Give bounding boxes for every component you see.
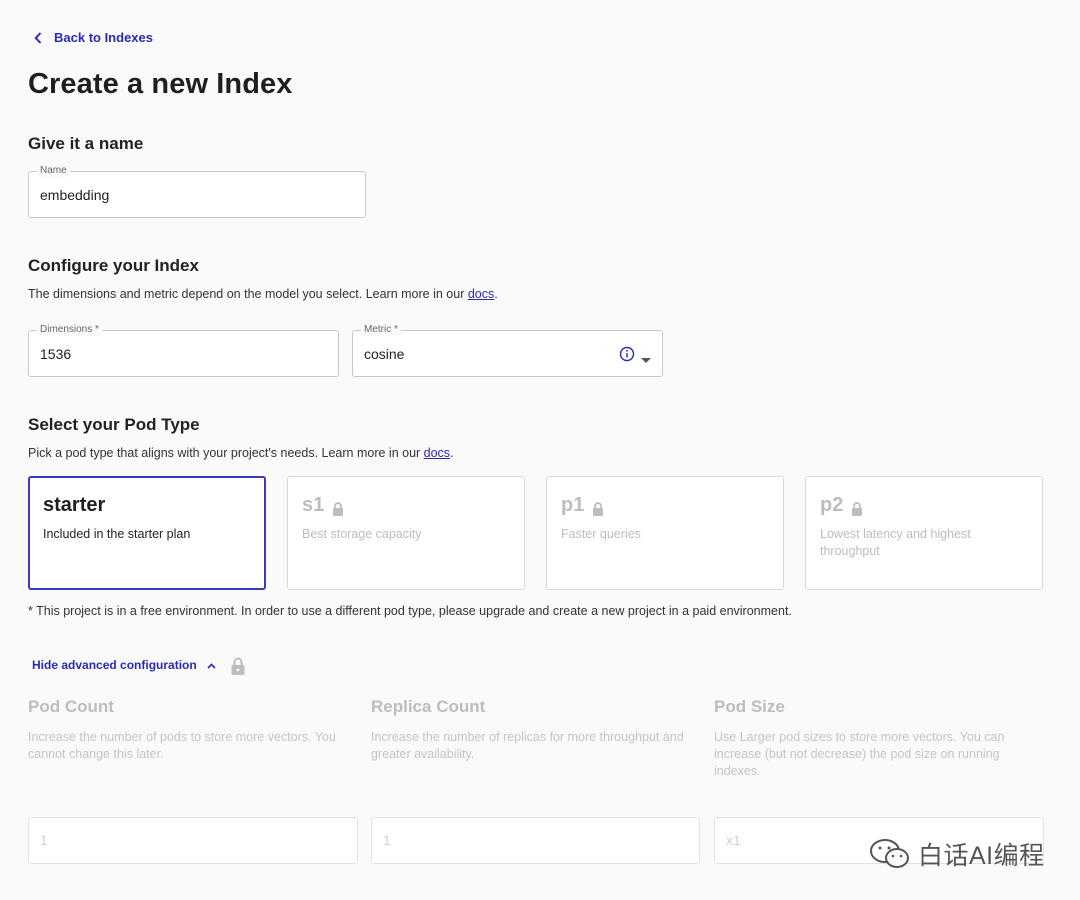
- chevron-left-icon: [34, 31, 44, 45]
- replica-count-desc: Increase the number of replicas for more…: [371, 730, 684, 761]
- lock-icon: [851, 499, 863, 516]
- wechat-icon: [868, 837, 912, 871]
- pod-card-name-text: starter: [43, 494, 106, 516]
- create-index-page: Back to Indexes Create a new Index Give …: [0, 0, 1080, 900]
- chevron-down-icon[interactable]: [641, 351, 651, 363]
- name-field[interactable]: Name embedding: [28, 165, 366, 218]
- metric-select-label: Metric *: [361, 324, 401, 336]
- advanced-toggle-label: Hide advanced configuration: [32, 658, 197, 672]
- pod-count-input-wrapper: [28, 817, 358, 864]
- pod-card-desc: Faster queries: [561, 527, 641, 541]
- pod-count-desc: Increase the number of pods to store mor…: [28, 730, 336, 761]
- pod-docs-link[interactable]: docs: [424, 446, 450, 460]
- pod-desc-text: Pick a pod type that aligns with your pr…: [28, 446, 424, 460]
- metric-select-value[interactable]: cosine: [364, 346, 404, 362]
- replica-count-input-wrapper: [371, 817, 700, 864]
- pod-card-desc: Included in the starter plan: [43, 527, 191, 541]
- page-title: Create a new Index: [28, 68, 293, 100]
- pod-card-desc: Lowest latency and highest throughput: [820, 527, 971, 558]
- name-section-title: Give it a name: [28, 134, 144, 153]
- pod-count-column: Pod Count Increase the number of pods to…: [28, 697, 358, 763]
- dimensions-field[interactable]: Dimensions * 1536: [28, 324, 339, 377]
- name-field-label: Name: [37, 165, 70, 177]
- dimensions-field-value[interactable]: 1536: [40, 346, 71, 362]
- pod-card-name: starter: [43, 494, 105, 517]
- lock-icon: [592, 499, 604, 516]
- metric-select[interactable]: Metric * cosine: [352, 324, 663, 377]
- pod-card-p2[interactable]: p2 Lowest latency and highest throughput: [805, 476, 1043, 590]
- pod-card-p1[interactable]: p1 Faster queries: [546, 476, 784, 590]
- pod-card-name: s1: [302, 494, 344, 517]
- pod-type-section-title: Select your Pod Type: [28, 415, 200, 434]
- hide-advanced-config-toggle[interactable]: Hide advanced configuration: [32, 658, 216, 672]
- pod-card-name-text: s1: [302, 494, 325, 516]
- name-field-value[interactable]: embedding: [40, 187, 109, 203]
- pod-desc-end: .: [450, 446, 454, 460]
- pod-size-title: Pod Size: [714, 697, 785, 716]
- pod-card-s1[interactable]: s1 Best storage capacity: [287, 476, 525, 590]
- watermark: 白话AI编程: [868, 836, 1045, 872]
- pod-card-starter[interactable]: starter Included in the starter plan: [28, 476, 266, 590]
- configure-docs-link[interactable]: docs: [468, 287, 494, 301]
- pod-card-name-text: p2: [820, 494, 844, 516]
- replica-count-column: Replica Count Increase the number of rep…: [371, 697, 701, 763]
- pod-size-column: Pod Size Use Larger pod sizes to store m…: [714, 697, 1024, 780]
- watermark-text: 白话AI编程: [918, 842, 1045, 870]
- back-link-label: Back to Indexes: [54, 30, 153, 45]
- pod-count-title: Pod Count: [28, 697, 114, 716]
- configure-desc-text: The dimensions and metric depend on the …: [28, 287, 468, 301]
- pod-type-section-desc: Pick a pod type that aligns with your pr…: [28, 446, 454, 460]
- pod-card-desc: Best storage capacity: [302, 527, 422, 541]
- lock-icon: [332, 499, 344, 516]
- pod-card-name: p1: [561, 494, 604, 517]
- pod-card-name: p2: [820, 494, 863, 517]
- replica-count-title: Replica Count: [371, 697, 486, 716]
- configure-section-desc: The dimensions and metric depend on the …: [28, 287, 498, 301]
- dimensions-field-label: Dimensions *: [37, 324, 102, 336]
- replica-count-input[interactable]: [383, 832, 661, 848]
- lock-icon: [231, 657, 245, 675]
- configure-desc-end: .: [494, 287, 498, 301]
- pod-size-desc: Use Larger pod sizes to store more vecto…: [714, 730, 1005, 778]
- chevron-up-icon: [207, 658, 216, 672]
- configure-section-title: Configure your Index: [28, 256, 199, 275]
- info-icon[interactable]: [619, 346, 635, 362]
- pod-card-name-text: p1: [561, 494, 585, 516]
- free-environment-footnote: * This project is in a free environment.…: [28, 604, 792, 618]
- pod-count-input[interactable]: [40, 832, 319, 848]
- back-to-indexes-link[interactable]: Back to Indexes: [34, 30, 153, 45]
